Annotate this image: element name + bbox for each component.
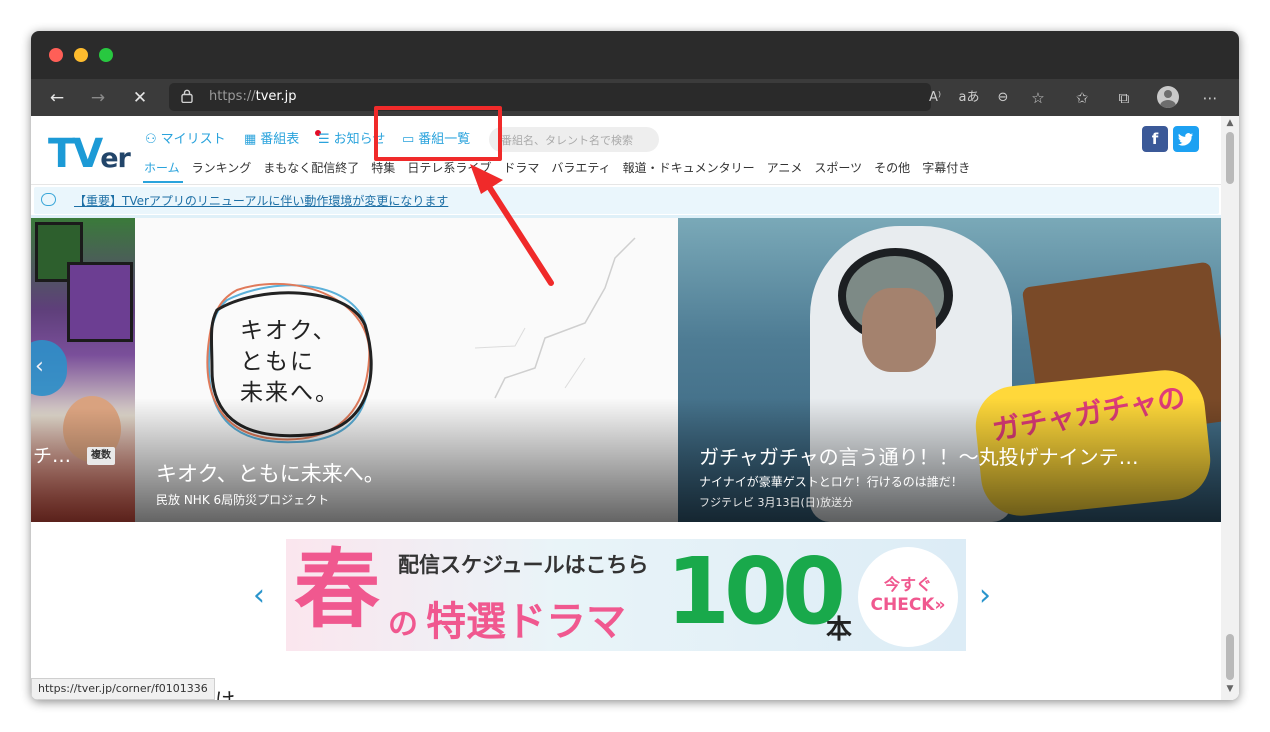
zoom-out-icon[interactable]: ⊖	[992, 87, 1014, 109]
slide-title: ガチャガチャの言う通り！！～丸投げナインテ…	[699, 445, 1139, 469]
status-bar-url: https://tver.jp/corner/f0101336	[31, 678, 215, 700]
banner-next-button[interactable]: ›	[979, 581, 991, 611]
minimize-window-button[interactable]	[74, 48, 88, 62]
tab-other[interactable]: その他	[874, 161, 910, 175]
tab-sports[interactable]: スポーツ	[814, 161, 862, 175]
nav-mylist-label: マイリスト	[160, 132, 226, 147]
slide-title: チ…	[33, 445, 72, 467]
nav-schedule[interactable]: ▦ 番組表	[244, 130, 299, 150]
scrollbar-thumb-secondary	[1226, 634, 1234, 680]
notice-link[interactable]: 【重要】TVerアプリのリニューアルに伴い動作環境が変更になります	[74, 192, 448, 209]
pixel-art-character	[67, 262, 133, 342]
search-placeholder: 番組名、タレント名で検索	[501, 134, 633, 147]
banner-schedule-text: 配信スケジュールはこちら	[398, 553, 649, 577]
notice-bar: 【重要】TVerアプリのリニューアルに伴い動作環境が変更になります	[34, 187, 1219, 214]
speech-bubble-icon	[41, 193, 56, 206]
annotation-highlight-box	[374, 106, 502, 161]
tab-ranking[interactable]: ランキング	[192, 161, 252, 175]
facebook-icon[interactable]: f	[1142, 126, 1168, 152]
banner-cta-bottom: CHECK»	[870, 595, 946, 615]
banner-no: の	[388, 607, 418, 642]
scrollbar-thumb[interactable]	[1226, 132, 1234, 184]
slide-subtitle: ナイナイが豪華ゲストとロケ！行けるのは誰だ！	[699, 475, 963, 489]
forward-icon[interactable]: →	[87, 87, 109, 109]
translate-icon[interactable]: aあ	[958, 87, 980, 109]
banner-cta-top: 今すぐ	[883, 575, 932, 594]
scroll-up-icon[interactable]: ▲	[1221, 118, 1239, 128]
banner-drama-text: 特選ドラマ	[426, 599, 626, 645]
banner-count: 100	[666, 539, 846, 645]
tab-subtitles[interactable]: 字幕付き	[922, 161, 970, 175]
tab-ending-soon[interactable]: まもなく配信終了	[263, 161, 359, 175]
category-nav: ホーム ランキング まもなく配信終了 特集 日テレ系ライブ ドラマ バラエティ 報道・ドキュメ…	[144, 158, 982, 178]
slide-title: キオク、ともに未来へ。	[156, 462, 385, 486]
banner-prev-button[interactable]: ‹	[253, 581, 265, 611]
collections-icon[interactable]: ⧉	[1113, 87, 1135, 109]
chevron-left-icon: ‹	[35, 354, 44, 379]
chevron-left-icon: ‹	[253, 578, 265, 613]
vertical-scrollbar[interactable]: ▲ ▼	[1221, 116, 1239, 700]
banner-check-button[interactable]: 今すぐ CHECK»	[858, 547, 958, 647]
read-aloud-icon[interactable]: A⁾	[924, 87, 946, 109]
search-input[interactable]: 番組名、タレント名で検索	[489, 127, 659, 152]
address-bar[interactable]: https://tver.jp	[169, 83, 931, 111]
tab-news-documentary[interactable]: 報道・ドキュメンタリー	[623, 161, 755, 175]
grid-icon: ▦	[244, 132, 257, 147]
maximize-window-button[interactable]	[99, 48, 113, 62]
nav-mylist[interactable]: ⚇ マイリスト	[145, 130, 226, 150]
hero-carousel: チ… 複数 ‹ キオク、 ともに 未来へ。 キオク、ともに未来へ。 民放 NHK…	[31, 218, 1221, 522]
slide-gachagacha[interactable]: ガチャガチャの ガチャガチャの言う通り！！～丸投げナインテ… ナイナイが豪華ゲス…	[678, 218, 1221, 522]
browser-toolbar: ← → ✕ https://tver.jp A⁾ aあ ⊖ ☆ ✩ ⧉ ⋯	[31, 79, 1239, 116]
tab-home[interactable]: ホーム	[144, 161, 180, 175]
more-icon[interactable]: ⋯	[1199, 87, 1221, 109]
browser-window: ← → ✕ https://tver.jp A⁾ aあ ⊖ ☆ ✩ ⧉ ⋯ TV…	[31, 31, 1239, 700]
nav-divider	[31, 184, 1221, 185]
banner-spring: 春	[294, 540, 380, 640]
favorites-icon[interactable]: ✩	[1071, 87, 1093, 109]
twitter-bird-icon	[1178, 133, 1193, 146]
slide-kioku[interactable]: キオク、 ともに 未来へ。 キオク、ともに未来へ。 民放 NHK 6局防災プロジェク…	[135, 218, 678, 522]
multiple-badge: 複数	[87, 447, 115, 465]
back-icon[interactable]: ←	[46, 87, 68, 109]
favorite-add-icon[interactable]: ☆	[1027, 87, 1049, 109]
kioku-art-text: キオク、 ともに 未来へ。	[240, 318, 340, 406]
tab-variety[interactable]: バラエティ	[551, 161, 610, 175]
tver-logo[interactable]: TVer	[48, 132, 131, 181]
slide-subtitle: 民放 NHK 6局防災プロジェクト	[156, 493, 330, 507]
profile-icon[interactable]	[1157, 86, 1179, 108]
twitter-icon[interactable]	[1173, 126, 1199, 152]
scroll-down-icon[interactable]: ▼	[1221, 684, 1239, 694]
list-icon: ☰	[318, 132, 330, 147]
japan-map-illustration	[474, 237, 636, 399]
tab-special[interactable]: 特集	[371, 161, 395, 175]
banner-unit: 本	[826, 615, 853, 645]
person-icon: ⚇	[145, 132, 157, 147]
lock-icon	[181, 89, 193, 103]
slide-broadcast-info: フジテレビ 3月13日(日)放送分	[699, 496, 854, 509]
active-tab-indicator	[143, 181, 183, 183]
url-text: https://tver.jp	[209, 89, 297, 104]
drama-banner[interactable]: 春 の 配信スケジュールはこちら 特選ドラマ 100 本 今すぐ CHECK»	[286, 539, 966, 651]
tab-drama[interactable]: ドラマ	[503, 161, 539, 175]
page-viewport: TVer ⚇ マイリスト ▦ 番組表 ☰ お知らせ ▭ 番組一覧 番組名、タレント名で検…	[31, 116, 1239, 700]
tab-ntv-live[interactable]: 日テレ系ライブ	[407, 161, 491, 175]
close-window-button[interactable]	[49, 48, 63, 62]
stop-icon[interactable]: ✕	[129, 87, 151, 109]
chevron-right-icon: ›	[979, 578, 991, 613]
nav-schedule-label: 番組表	[260, 132, 300, 147]
tab-anime[interactable]: アニメ	[767, 161, 803, 175]
diver-face-image	[862, 288, 936, 372]
title-bar	[31, 31, 1239, 79]
